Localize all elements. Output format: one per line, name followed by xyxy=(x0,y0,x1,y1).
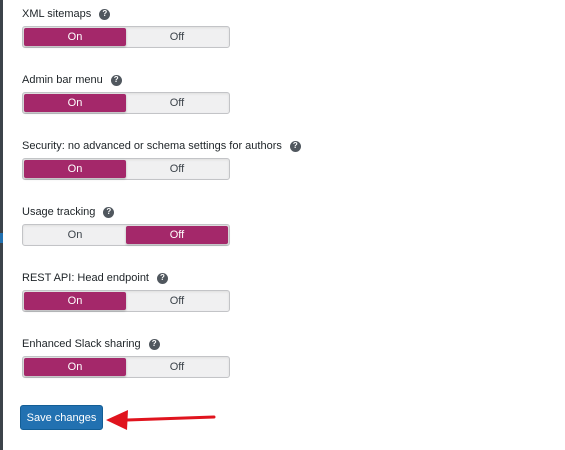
toggle-security: On Off xyxy=(22,158,230,180)
help-icon[interactable]: ? xyxy=(99,8,111,20)
toggle-on-option[interactable]: On xyxy=(24,358,126,376)
help-icon[interactable]: ? xyxy=(110,74,122,86)
setting-label: REST API: Head endpoint xyxy=(22,272,149,284)
setting-label-row: Enhanced Slack sharing ? xyxy=(22,335,160,353)
setting-label: Admin bar menu xyxy=(22,74,103,86)
setting-admin-bar-menu: Admin bar menu ? On Off xyxy=(22,71,230,114)
setting-label-row: XML sitemaps ? xyxy=(22,5,111,23)
save-changes-button[interactable]: Save changes xyxy=(20,405,103,430)
toggle-off-option[interactable]: Off xyxy=(126,94,228,112)
help-icon[interactable]: ? xyxy=(103,206,115,218)
setting-label-row: REST API: Head endpoint ? xyxy=(22,269,168,287)
toggle-off-option[interactable]: Off xyxy=(126,292,228,310)
setting-security: Security: no advanced or schema settings… xyxy=(22,137,301,180)
toggle-on-option[interactable]: On xyxy=(24,226,126,244)
sidebar-edge-marker xyxy=(0,233,3,243)
setting-label-row: Usage tracking ? xyxy=(22,203,115,221)
toggle-off-option[interactable]: Off xyxy=(126,226,228,244)
toggle-off-option[interactable]: Off xyxy=(126,28,228,46)
admin-sidebar-edge xyxy=(0,0,3,450)
setting-label: Usage tracking xyxy=(22,206,96,218)
setting-enhanced-slack-sharing: Enhanced Slack sharing ? On Off xyxy=(22,335,230,378)
help-icon[interactable]: ? xyxy=(289,140,301,152)
toggle-xml-sitemaps: On Off xyxy=(22,26,230,48)
setting-usage-tracking: Usage tracking ? On Off xyxy=(22,203,230,246)
help-icon[interactable]: ? xyxy=(157,272,168,284)
toggle-enhanced-slack-sharing: On Off xyxy=(22,356,230,378)
toggle-off-option[interactable]: Off xyxy=(126,358,228,376)
setting-label-row: Security: no advanced or schema settings… xyxy=(22,137,301,155)
setting-label: Security: no advanced or schema settings… xyxy=(22,140,282,152)
setting-label-row: Admin bar menu ? xyxy=(22,71,122,89)
toggle-rest-api-head: On Off xyxy=(22,290,230,312)
toggle-on-option[interactable]: On xyxy=(24,28,126,46)
help-icon[interactable]: ? xyxy=(148,338,160,350)
toggle-admin-bar-menu: On Off xyxy=(22,92,230,114)
setting-xml-sitemaps: XML sitemaps ? On Off xyxy=(22,5,230,48)
setting-rest-api-head: REST API: Head endpoint ? On Off xyxy=(22,269,230,312)
toggle-on-option[interactable]: On xyxy=(24,292,126,310)
setting-label: Enhanced Slack sharing xyxy=(22,338,141,350)
toggle-on-option[interactable]: On xyxy=(24,94,126,112)
toggle-on-option[interactable]: On xyxy=(24,160,126,178)
setting-label: XML sitemaps xyxy=(22,8,92,20)
toggle-usage-tracking: On Off xyxy=(22,224,230,246)
red-arrow-icon xyxy=(106,410,216,430)
toggle-off-option[interactable]: Off xyxy=(126,160,228,178)
